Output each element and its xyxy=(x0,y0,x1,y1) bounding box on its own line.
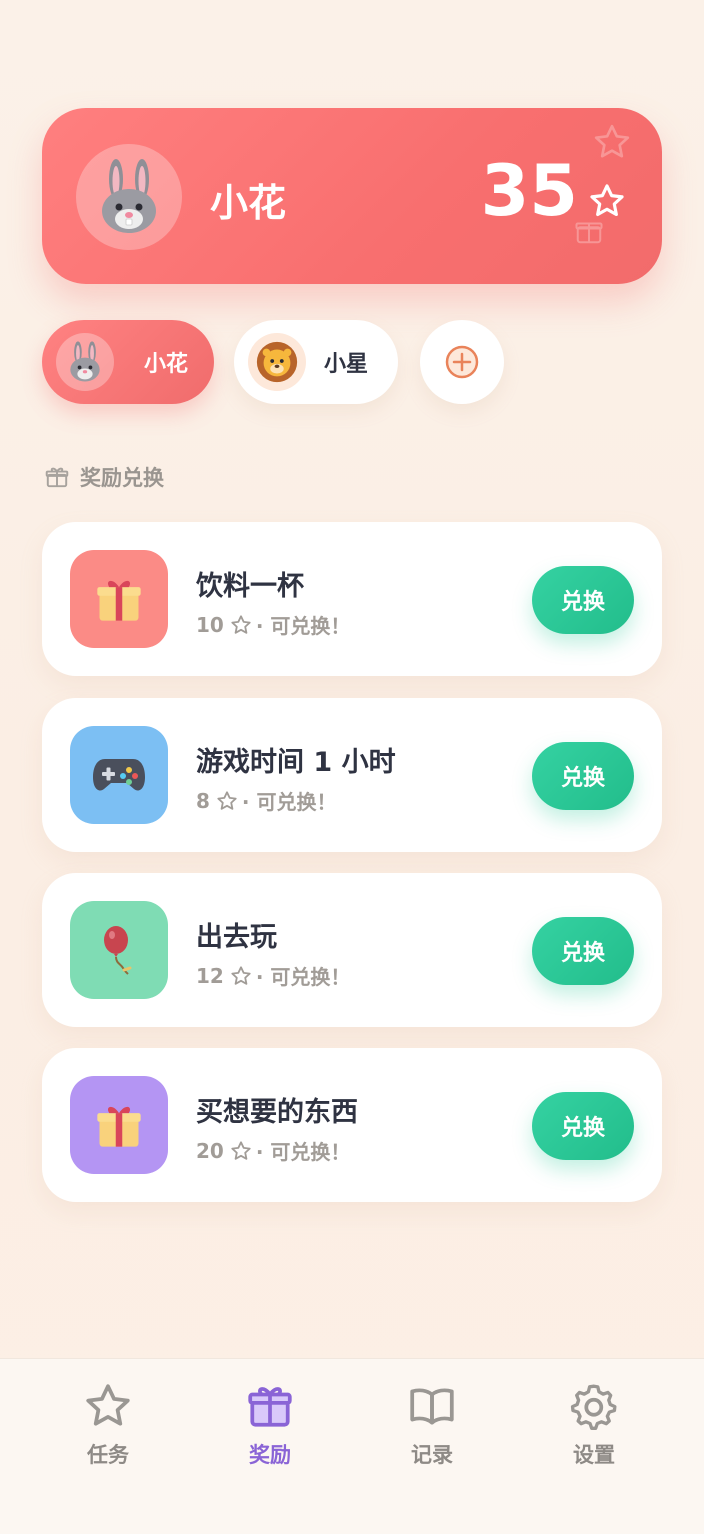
reward-cost: 8 · 可兑换！ xyxy=(196,786,336,815)
reward-card: 买想要的东西 20 · 可兑换！ 兑换 xyxy=(42,1048,662,1202)
plus-circle-icon xyxy=(445,345,479,379)
balloon-icon xyxy=(104,926,132,975)
star-icon xyxy=(86,1384,130,1426)
reward-status: · 可兑换！ xyxy=(255,1140,351,1164)
reward-thumb xyxy=(70,1076,168,1174)
profile-card: 小花 35 xyxy=(42,108,662,284)
gamepad-icon xyxy=(93,759,145,791)
reward-card: 出去玩 12 · 可兑换！ 兑换 xyxy=(42,873,662,1027)
rabbit-icon xyxy=(70,341,100,382)
tab-label: 任务 xyxy=(87,1443,129,1467)
profile-name: 小花 xyxy=(210,181,287,225)
reward-card: 游戏时间 1 小时 8 · 可兑换！ 兑换 xyxy=(42,698,662,852)
chip-avatar xyxy=(248,333,306,391)
tab-label: 奖励 xyxy=(249,1443,291,1467)
reward-cost-value: 10 xyxy=(196,612,224,637)
tab-label: 记录 xyxy=(411,1443,453,1467)
reward-status: · 可兑换！ xyxy=(255,614,351,638)
tab-rewards[interactable]: 奖励 xyxy=(210,1381,330,1469)
gift-outline-icon xyxy=(45,467,69,488)
gift-icon xyxy=(97,1106,141,1147)
section-title: 奖励兑换 xyxy=(80,466,164,490)
chip-avatar xyxy=(56,333,114,391)
reward-card: 饮料一杯 10 · 可兑换！ 兑换 xyxy=(42,522,662,676)
kid-chip-label: 小花 xyxy=(144,352,189,377)
kid-chip-xiaoxing[interactable]: 小星 xyxy=(234,320,398,404)
gear-icon xyxy=(570,1384,617,1430)
reward-title: 饮料一杯 xyxy=(196,571,304,602)
reward-status: · 可兑换！ xyxy=(241,790,337,814)
reward-cost-value: 8 xyxy=(196,788,210,813)
star-icon xyxy=(231,1140,251,1160)
redeem-button[interactable]: 兑换 xyxy=(532,742,634,810)
redeem-button[interactable]: 兑换 xyxy=(532,1092,634,1160)
tab-records[interactable]: 记录 xyxy=(372,1381,492,1469)
add-kid-button[interactable] xyxy=(420,320,504,404)
reward-title: 买想要的东西 xyxy=(196,1097,358,1128)
tab-settings[interactable]: 设置 xyxy=(534,1381,654,1469)
reward-cost: 20 · 可兑换！ xyxy=(196,1136,350,1165)
star-icon xyxy=(231,614,251,634)
decorative-star-icon xyxy=(594,124,630,158)
redeem-button[interactable]: 兑换 xyxy=(532,917,634,985)
gift-icon xyxy=(248,1387,292,1427)
kid-chip-xiaohua[interactable]: 小花 xyxy=(42,320,214,404)
reward-thumb xyxy=(70,550,168,648)
book-icon xyxy=(410,1388,454,1425)
decorative-gift-icon xyxy=(575,222,603,244)
reward-status: · 可兑换！ xyxy=(255,965,351,989)
lion-icon xyxy=(256,341,298,383)
tab-bar: 任务 奖励 记录 设置 xyxy=(0,1358,704,1534)
reward-title: 游戏时间 1 小时 xyxy=(196,747,396,778)
reward-title: 出去玩 xyxy=(196,922,277,953)
star-icon xyxy=(590,184,624,217)
reward-thumb xyxy=(70,901,168,999)
reward-cost: 12 · 可兑换！ xyxy=(196,961,350,990)
section-header: 奖励兑换 xyxy=(44,462,164,492)
profile-avatar xyxy=(76,144,182,250)
gift-icon xyxy=(97,580,141,621)
points-balance: 35 xyxy=(480,150,578,232)
reward-cost-value: 12 xyxy=(196,963,224,988)
rabbit-icon xyxy=(102,159,156,233)
star-icon xyxy=(231,965,251,985)
kid-chip-label: 小星 xyxy=(324,352,369,377)
reward-cost: 10 · 可兑换！ xyxy=(196,610,350,639)
tab-label: 设置 xyxy=(573,1443,615,1467)
reward-cost-value: 20 xyxy=(196,1138,224,1163)
reward-thumb xyxy=(70,726,168,824)
star-icon xyxy=(217,790,237,810)
tab-tasks[interactable]: 任务 xyxy=(48,1381,168,1469)
redeem-button[interactable]: 兑换 xyxy=(532,566,634,634)
